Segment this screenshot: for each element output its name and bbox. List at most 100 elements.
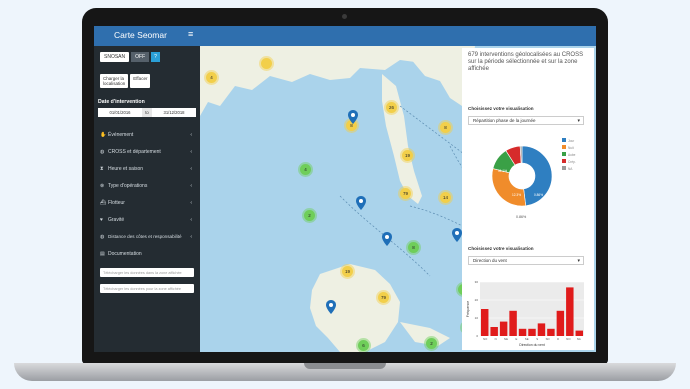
app-screen: Carte Seomar ≡ SNOSAN OFF ? Charger la l… — [94, 26, 596, 352]
sidebar-item-gravite[interactable]: ♥ Gravité ‹ — [100, 215, 194, 224]
chevron-icon: ‹ — [190, 148, 192, 155]
cluster-marker[interactable]: 4 — [206, 72, 217, 83]
download-input-2[interactable]: Télécharger les données pour la zone aff… — [100, 284, 194, 293]
sidebar-item-type[interactable]: ⊗ Type d'opérations ‹ — [100, 181, 194, 190]
cluster-marker[interactable]: 26 — [386, 102, 397, 113]
date-label: Date d'intervention — [98, 99, 145, 105]
chevron-icon: ‹ — [190, 216, 192, 223]
cluster-marker[interactable]: 19 — [402, 150, 413, 161]
sidebar-item-distance[interactable]: ◍ Distance des côtes et responsabilité ‹ — [100, 232, 194, 241]
chevron-icon: ‹ — [190, 165, 192, 172]
download-input-1[interactable]: Télécharger les données dans la zone aff… — [100, 268, 194, 277]
legend-swatch — [562, 138, 566, 142]
y-tick-label: 20 — [475, 298, 479, 302]
x-tick-label: N — [495, 337, 497, 341]
globe-icon: ◍ — [100, 148, 105, 155]
date-sep: to — [142, 108, 152, 117]
cluster-marker[interactable]: 79 — [400, 188, 411, 199]
pie-data-label: 31.1% — [498, 169, 507, 173]
x-axis-label: Direction du vent — [519, 343, 545, 347]
legend-label: Jour — [568, 139, 575, 143]
legend-swatch — [562, 159, 566, 163]
viz-select-2[interactable]: Direction du vent ▾ — [468, 256, 584, 265]
bar — [481, 309, 489, 336]
sidebar-item-heure[interactable]: ⧗ Heure et saison ‹ — [100, 164, 194, 173]
cluster-marker[interactable]: 4 — [300, 164, 311, 175]
date-from[interactable]: 01/01/2016 — [98, 110, 142, 115]
x-tick-label: NO — [566, 337, 571, 341]
cluster-marker[interactable] — [261, 58, 272, 69]
x-tick-label: NA — [577, 337, 581, 341]
x-tick-label: O — [557, 337, 560, 341]
bar — [556, 310, 565, 336]
app-header: Carte Seomar ≡ — [94, 26, 596, 46]
pie-data-label: 48.0% — [516, 177, 525, 181]
date-range[interactable]: 01/01/2016 to 31/12/2018 — [98, 108, 196, 117]
cluster-marker[interactable]: 19 — [342, 266, 353, 277]
load-location-button[interactable]: Charger la localisation — [100, 74, 129, 88]
camera-dot — [342, 14, 347, 19]
x-tick-label: NE — [504, 337, 508, 341]
x-tick-label: S — [536, 337, 538, 341]
cluster-marker[interactable]: 79 — [378, 292, 389, 303]
cluster-marker[interactable]: 8 — [440, 122, 451, 133]
heartbeat-icon: ♥ — [100, 216, 103, 223]
bar — [566, 287, 574, 336]
map-pin-icon[interactable] — [382, 232, 392, 246]
chevron-icon: ‹ — [190, 233, 192, 240]
sidebar: SNOSAN OFF ? Charger la localisation Eff… — [94, 46, 200, 352]
globe-icon: ◍ — [100, 233, 105, 240]
date-to[interactable]: 31/12/2018 — [152, 110, 196, 115]
cluster-marker[interactable]: 8 — [408, 242, 419, 253]
legend-swatch — [562, 152, 566, 156]
hand-icon: ✋ — [100, 131, 107, 138]
map-pin-icon[interactable] — [326, 300, 336, 314]
sidebar-item-evenement[interactable]: ✋ Événement ‹ — [100, 130, 194, 139]
bar — [547, 328, 555, 336]
pie-data-label: 12.3% — [512, 193, 521, 197]
legend-swatch — [562, 166, 566, 170]
cluster-marker[interactable]: 2 — [304, 210, 315, 221]
hamburger-icon[interactable]: ≡ — [188, 29, 193, 39]
sidebar-item-documentation[interactable]: ▤ Documentation — [100, 249, 194, 258]
caret-down-icon: ▾ — [577, 257, 580, 264]
x-tick-label: E — [515, 337, 517, 341]
pie-outer-label: 0.86% — [516, 215, 527, 219]
legend-label: NA — [568, 167, 573, 171]
laptop-lid: Carte Seomar ≡ SNOSAN OFF ? Charger la l… — [82, 8, 608, 364]
viz-label-2: Choisissez votre visualisation — [468, 246, 534, 251]
map-pin-icon[interactable] — [348, 110, 358, 124]
cluster-marker[interactable]: 6 — [358, 340, 369, 351]
snosan-toggle[interactable]: SNOSAN OFF ? — [100, 52, 160, 62]
x-tick-label: SE — [525, 337, 529, 341]
cluster-marker[interactable]: 2 — [426, 338, 437, 349]
y-tick-label: 30 — [475, 280, 479, 284]
location-buttons: Charger la localisation Effacer — [100, 74, 151, 88]
laptop-notch — [304, 363, 386, 369]
clear-button[interactable]: Effacer — [130, 74, 151, 88]
info-icon[interactable]: ? — [151, 52, 160, 62]
caret-down-icon: ▾ — [577, 117, 580, 124]
panel-header: 679 interventions géolocalisées au CROSS… — [468, 52, 584, 72]
chevron-icon: ‹ — [190, 131, 192, 138]
laptop-base — [14, 363, 676, 381]
cluster-marker[interactable]: 14 — [440, 192, 451, 203]
legend-swatch — [562, 145, 566, 149]
map-pin-icon[interactable] — [356, 196, 366, 210]
y-tick-label: 10 — [475, 316, 479, 320]
chevron-icon: ‹ — [190, 182, 192, 189]
bar — [499, 321, 508, 336]
hourglass-icon: ⧗ — [100, 165, 104, 172]
viz-select-1[interactable]: Répartition phase de la journée ▾ — [468, 116, 584, 125]
sidebar-item-flotteur[interactable]: ⛴ Flotteur ‹ — [100, 198, 194, 207]
chevron-icon: ‹ — [190, 199, 192, 206]
bar — [490, 327, 498, 336]
binoculars-icon: ⊗ — [100, 182, 105, 189]
bar — [575, 330, 583, 336]
legend-label: Nuit — [568, 146, 574, 150]
map-pin-icon[interactable] — [452, 228, 462, 242]
sidebar-item-cross[interactable]: ◍ CROSS et département ‹ — [100, 147, 194, 156]
stats-panel: 679 interventions géolocalisées au CROSS… — [462, 48, 594, 350]
x-tick-label: NO — [483, 337, 488, 341]
toggle-off[interactable]: OFF — [131, 52, 150, 62]
